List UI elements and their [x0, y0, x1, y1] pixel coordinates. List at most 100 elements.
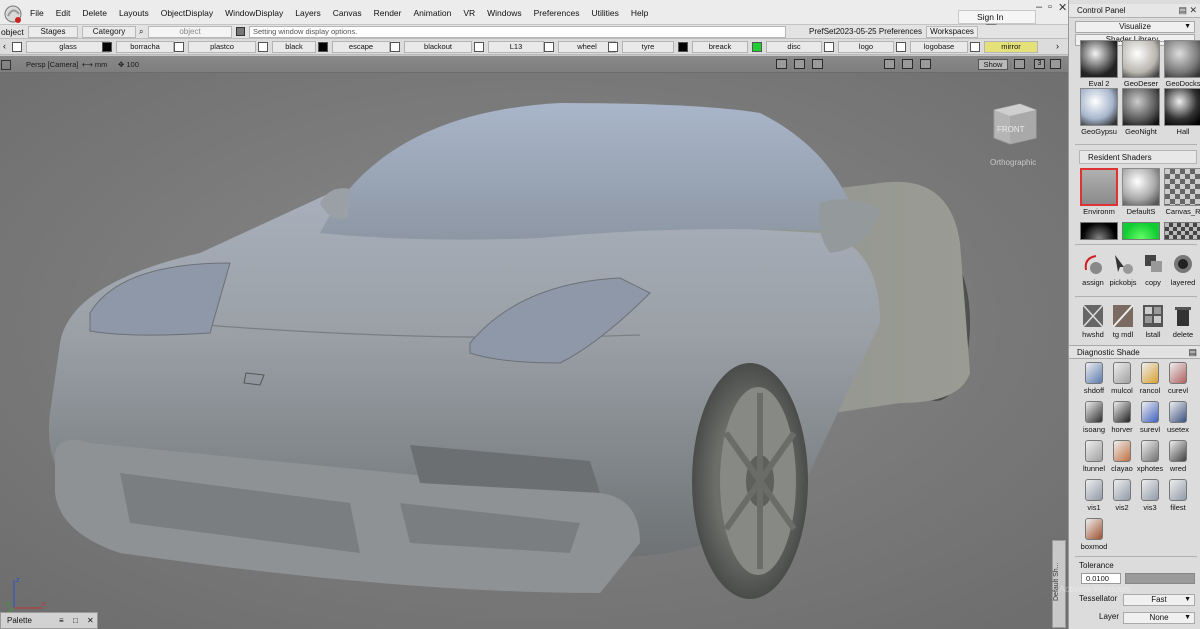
view-icon-1[interactable] — [776, 59, 787, 69]
palette-label: Palette — [7, 616, 32, 625]
shelf-label: logobase — [910, 41, 968, 53]
palette-close-icon[interactable]: ✕ — [87, 616, 94, 625]
grid-icon-2[interactable] — [902, 59, 913, 69]
stages-button[interactable]: Stages — [28, 26, 78, 38]
tolerance-slider[interactable] — [1125, 573, 1195, 584]
camera-label[interactable]: Persp [Camera] — [26, 60, 79, 69]
object-field[interactable]: object — [148, 26, 232, 38]
resident-shaders-header[interactable]: Resident Shaders — [1079, 150, 1197, 164]
shader-sphere-icon — [1122, 88, 1160, 126]
menu-animation[interactable]: Animation — [408, 8, 458, 18]
tolerance-input[interactable]: 0.0100 — [1081, 573, 1121, 584]
maximize-viewport-icon[interactable] — [1050, 59, 1061, 69]
menu-layers[interactable]: Layers — [289, 8, 327, 18]
orthographic-label[interactable]: Orthographic — [990, 158, 1036, 167]
diag-tool-icon — [1113, 401, 1131, 423]
tool-delete[interactable]: delete — [1169, 304, 1197, 342]
menu-render[interactable]: Render — [368, 8, 408, 18]
prefset-label[interactable]: PrefSet2023-05-25 Preferences — [790, 26, 922, 38]
toggle-model-icon — [1112, 304, 1134, 328]
shader-sphere-icon[interactable] — [1080, 222, 1118, 240]
palette-bar[interactable]: Palette ≡ □ ✕ — [0, 612, 98, 629]
library-tile-geodeser[interactable]: GeoDeser — [1121, 40, 1161, 92]
diag-tool-wred[interactable]: wred — [1163, 440, 1193, 478]
tool-tg-mdl[interactable]: tg mdl — [1109, 304, 1137, 342]
tool-hwshd[interactable]: hwshd — [1079, 304, 1107, 342]
library-tile-geogypsu[interactable]: GeoGypsu — [1079, 88, 1119, 140]
workspaces-button[interactable]: Workspaces — [926, 26, 978, 38]
menu-preferences[interactable]: Preferences — [528, 8, 586, 18]
menu-vr[interactable]: VR — [457, 8, 481, 18]
diag-tool-usetex[interactable]: usetex — [1163, 401, 1193, 439]
maximize-icon[interactable]: ▫ — [1048, 1, 1052, 13]
menu-file[interactable]: File — [24, 8, 50, 18]
viewcube-face-label: FRONT — [997, 125, 1025, 134]
grid-icon-3[interactable] — [920, 59, 931, 69]
view-cube-icon[interactable]: FRONT — [990, 100, 1040, 146]
menu-edit[interactable]: Edit — [50, 8, 77, 18]
palette-window-icon[interactable]: □ — [73, 616, 78, 625]
diagnostic-menu-icon[interactable]: ▤ — [1188, 347, 1197, 358]
control-panel-menu-icon[interactable]: ▤ ✕ — [1178, 5, 1197, 16]
shelf-left-arrow-icon[interactable]: ‹ — [3, 41, 6, 51]
grid-icon-1[interactable] — [884, 59, 895, 69]
diag-tool-boxmod[interactable]: boxmod — [1079, 518, 1109, 556]
car-model-render[interactable] — [0, 73, 1068, 629]
library-tile-hall[interactable]: Hall — [1163, 88, 1200, 140]
resident-tile-defaults[interactable]: DefaultS — [1121, 168, 1161, 220]
menu-windows[interactable]: Windows — [481, 8, 527, 18]
perspective-viewport[interactable]: Persp [Camera] ⟷ mm ✥ 100 Show 3 FRONT O… — [0, 56, 1068, 629]
tile-caption: Canvas_R — [1165, 207, 1200, 216]
viewport-close-icon[interactable] — [1, 60, 11, 70]
resident-tile-environment[interactable]: Environm — [1079, 168, 1119, 220]
chevron-down-icon: ▼ — [1184, 614, 1191, 621]
palette-menu-icon[interactable]: ≡ — [59, 616, 64, 625]
view-icon-2[interactable] — [794, 59, 805, 69]
tool-layered[interactable]: layered — [1169, 252, 1197, 290]
library-tile-eval2[interactable]: Eval 2 — [1079, 40, 1119, 92]
menu-layouts[interactable]: Layouts — [113, 8, 155, 18]
shelf-right-arrow-icon[interactable]: › — [1056, 41, 1059, 51]
menu-delete[interactable]: Delete — [76, 8, 113, 18]
chevron-down-icon: ▼ — [1184, 23, 1191, 30]
divider — [1075, 556, 1197, 557]
library-tile-geodocks[interactable]: GeoDocks — [1163, 40, 1200, 92]
tool-copy[interactable]: copy — [1139, 252, 1167, 290]
tool-lstall[interactable]: lstall — [1139, 304, 1167, 342]
menu-canvas[interactable]: Canvas — [327, 8, 368, 18]
shelf-item-mirror[interactable]: mirror — [970, 41, 1052, 53]
diag-tool-curevl[interactable]: curevl — [1163, 362, 1193, 400]
menu-windowdisplay[interactable]: WindowDisplay — [219, 8, 289, 18]
layered-icon — [1174, 255, 1192, 273]
tool-assign[interactable]: assign — [1079, 252, 1107, 290]
menu-utilities[interactable]: Utilities — [585, 8, 624, 18]
menu-help[interactable]: Help — [625, 8, 654, 18]
diag-tool-icon — [1085, 440, 1103, 462]
layer-dropdown[interactable]: None ▼ — [1123, 612, 1195, 624]
show-button[interactable]: Show — [978, 59, 1008, 70]
magnify-icon[interactable] — [812, 59, 823, 69]
app-logo-icon[interactable] — [2, 2, 24, 24]
shelf-label: glass — [26, 41, 110, 53]
minimize-icon[interactable]: – — [1036, 1, 1042, 13]
shader-shelf-row: ‹ glass borracha plastco black escape bl… — [0, 39, 1068, 55]
menu-objectdisplay[interactable]: ObjectDisplay — [155, 8, 219, 18]
visualize-dropdown[interactable]: Visualize ▼ — [1075, 21, 1195, 33]
shelf-swatch — [474, 42, 484, 52]
resident-tile-canvas[interactable]: Canvas_R — [1163, 168, 1200, 220]
shelf-item-glass[interactable]: glass — [12, 41, 110, 53]
tessellator-dropdown[interactable]: Fast ▼ — [1123, 594, 1195, 606]
signin-button[interactable]: Sign In — [958, 10, 1036, 24]
display-options-icon[interactable] — [236, 27, 245, 36]
diagnostic-shade-header[interactable]: Diagnostic Shade ▤ — [1069, 345, 1200, 359]
library-tile-geonight[interactable]: GeoNight — [1121, 88, 1161, 140]
green-shader-icon[interactable] — [1122, 222, 1160, 240]
layout-icon[interactable] — [1014, 59, 1025, 69]
category-button[interactable]: Category — [82, 26, 136, 38]
close-icon[interactable]: ✕ — [1058, 1, 1067, 14]
checker-icon[interactable] — [1164, 222, 1200, 240]
divider — [1075, 244, 1197, 245]
view-count-icon[interactable]: 3 — [1034, 59, 1045, 69]
tool-pickobjs[interactable]: pickobjs — [1109, 252, 1137, 290]
diag-tool-filest[interactable]: filest — [1163, 479, 1193, 517]
